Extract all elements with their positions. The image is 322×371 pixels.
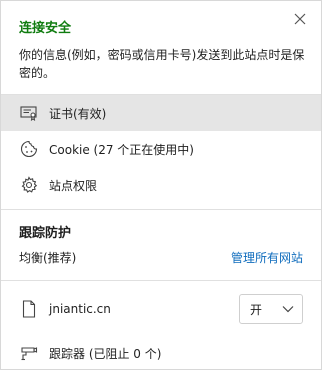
tracker-camera-icon bbox=[19, 343, 39, 363]
site-domain: jniantic.cn bbox=[49, 302, 111, 316]
divider bbox=[1, 280, 321, 281]
menu-item-site-permissions[interactable]: 站点权限 bbox=[1, 167, 321, 203]
trackers-label: 跟踪器 (已阻止 0 个) bbox=[49, 346, 162, 361]
tracking-mode: 均衡(推荐) bbox=[19, 251, 77, 265]
chevron-down-icon bbox=[282, 302, 294, 316]
gear-icon bbox=[19, 175, 39, 195]
tracking-title: 跟踪防护 bbox=[19, 226, 72, 241]
menu-item-label: 站点权限 bbox=[49, 178, 98, 193]
certificate-icon bbox=[19, 103, 39, 123]
site-info-panel: 连接安全 你的信息(例如，密码或信用卡号)发送到此站点时是保密的。 证书(有效) bbox=[0, 0, 322, 370]
menu-item-label: Cookie (27 个正在使用中) bbox=[49, 142, 194, 157]
connection-description: 你的信息(例如，密码或信用卡号)发送到此站点时是保密的。 bbox=[19, 48, 305, 80]
tracking-toggle-select[interactable]: 开 bbox=[239, 294, 303, 324]
site-row: jniantic.cn 开 bbox=[1, 287, 321, 331]
menu-item-cookies[interactable]: Cookie (27 个正在使用中) bbox=[1, 131, 321, 167]
connection-title: 连接安全 bbox=[19, 21, 72, 36]
document-icon bbox=[19, 299, 39, 319]
cookie-icon bbox=[19, 139, 39, 159]
menu-item-certificate[interactable]: 证书(有效) bbox=[1, 95, 321, 131]
close-icon bbox=[294, 13, 306, 28]
tracking-prevention-section: 跟踪防护 均衡(推荐) 管理所有网站 bbox=[1, 210, 321, 276]
tracking-row: 均衡(推荐) 管理所有网站 bbox=[19, 249, 303, 266]
toggle-value: 开 bbox=[250, 302, 263, 317]
site-info: jniantic.cn bbox=[19, 299, 111, 319]
close-button[interactable] bbox=[291, 11, 309, 29]
trackers-row[interactable]: 跟踪器 (已阻止 0 个) bbox=[1, 335, 321, 371]
menu-item-label: 证书(有效) bbox=[49, 106, 107, 121]
connection-header: 连接安全 你的信息(例如，密码或信用卡号)发送到此站点时是保密的。 bbox=[1, 1, 321, 94]
manage-all-sites-link[interactable]: 管理所有网站 bbox=[231, 249, 303, 266]
